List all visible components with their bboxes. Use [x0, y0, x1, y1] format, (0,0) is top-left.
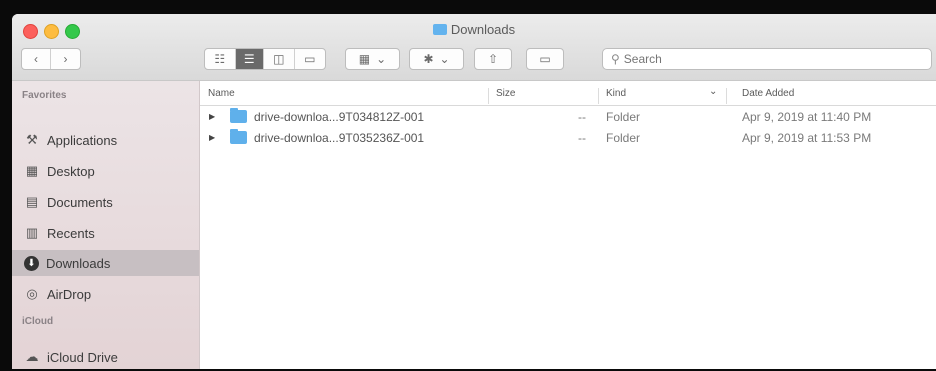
- share-button[interactable]: ⇧: [474, 48, 512, 70]
- sidebar-item-label: Recents: [47, 225, 95, 241]
- file-date-added: Apr 9, 2019 at 11:40 PM: [742, 110, 872, 124]
- sidebar-item-applications[interactable]: ⚒ Applications: [12, 128, 199, 152]
- file-date-added: Apr 9, 2019 at 11:53 PM: [742, 131, 872, 145]
- file-list: Name Size Kind ⌄ Date Added ▶ drive-down…: [200, 81, 936, 369]
- sidebar-item-icloud-drive[interactable]: ☁ iCloud Drive: [12, 345, 199, 369]
- column-divider[interactable]: [598, 88, 599, 104]
- gallery-view-button[interactable]: ▭: [295, 49, 325, 69]
- file-name: drive-downloa...9T035236Z-001: [254, 131, 425, 145]
- sidebar-item-desktop[interactable]: ▦ Desktop: [12, 159, 199, 183]
- sidebar-item-label: Downloads: [46, 255, 111, 271]
- nav-buttons: ‹ ›: [21, 48, 81, 70]
- folder-icon: [432, 24, 447, 35]
- sidebar-item-recents[interactable]: ▥ Recents: [12, 221, 199, 245]
- sidebar-item-label: AirDrop: [47, 286, 92, 302]
- back-button[interactable]: ‹: [22, 49, 52, 69]
- sort-chevron-icon: ⌄: [709, 86, 718, 97]
- icon-view-button[interactable]: ☷: [205, 49, 236, 69]
- sidebar-item-documents[interactable]: ▤ Documents: [12, 190, 199, 214]
- disclosure-triangle-icon[interactable]: ▶: [209, 112, 215, 121]
- finder-window: Downloads ‹ › ☷ ☰ ◫ ▭ ▦ ⌄ ✱ ⌄ ⇧ ▭ ⚲ Sear…: [12, 14, 936, 369]
- column-header-row: Name Size Kind ⌄ Date Added: [200, 81, 936, 106]
- table-row[interactable]: ▶ drive-downloa...9T035236Z-001 -- Folde…: [200, 127, 936, 148]
- title-bar: Downloads ‹ › ☷ ☰ ◫ ▭ ▦ ⌄ ✱ ⌄ ⇧ ▭ ⚲: [12, 14, 936, 81]
- file-kind: Folder: [606, 131, 641, 145]
- action-button[interactable]: ✱ ⌄: [409, 48, 464, 70]
- chevron-down-icon: ⌄: [376, 52, 387, 66]
- cloud-icon: ☁: [25, 349, 39, 364]
- sidebar-item-label: Desktop: [47, 163, 95, 179]
- folder-icon: [230, 129, 247, 144]
- group-by-button[interactable]: ▦ ⌄: [345, 48, 400, 70]
- applications-icon: ⚒: [26, 132, 38, 147]
- recents-icon: ▥: [25, 225, 39, 240]
- window-title-text: Downloads: [450, 22, 516, 37]
- column-divider[interactable]: [726, 88, 727, 104]
- forward-button[interactable]: ›: [51, 49, 80, 69]
- airdrop-icon: ◎: [26, 286, 38, 301]
- sidebar-item-downloads[interactable]: ⬇ Downloads: [12, 250, 199, 276]
- window-title: Downloads: [12, 22, 936, 37]
- sidebar-item-airdrop[interactable]: ◎ AirDrop: [12, 282, 199, 306]
- column-header-kind[interactable]: Kind: [606, 88, 626, 99]
- search-field[interactable]: ⚲: [602, 48, 932, 70]
- downloads-icon: ⬇: [24, 255, 39, 271]
- column-view-button[interactable]: ◫: [264, 49, 295, 69]
- column-divider[interactable]: [488, 88, 489, 104]
- sidebar-item-label: iCloud Drive: [47, 349, 118, 365]
- sidebar: Favorites ⚒ Applications ▦ Desktop ▤ Doc…: [12, 81, 200, 369]
- column-header-name[interactable]: Name: [208, 88, 235, 99]
- file-name: drive-downloa...9T034812Z-001: [254, 110, 425, 124]
- sidebar-item-label: Documents: [47, 194, 113, 210]
- desktop-icon: ▦: [25, 163, 39, 178]
- file-size: --: [578, 110, 586, 124]
- sidebar-item-label: Applications: [47, 132, 118, 148]
- folder-icon: [230, 108, 247, 123]
- column-header-date-added[interactable]: Date Added: [742, 88, 794, 99]
- share-icon: ⇧: [487, 52, 499, 66]
- file-size: --: [578, 131, 586, 145]
- favorites-header: Favorites: [22, 90, 67, 101]
- vertical-scrollbar[interactable]: [926, 105, 936, 369]
- chevron-down-icon: ⌄: [439, 52, 450, 66]
- column-header-size[interactable]: Size: [496, 88, 515, 99]
- group-icon: ▦: [358, 52, 371, 66]
- icloud-header: iCloud: [22, 316, 54, 327]
- file-kind: Folder: [606, 110, 641, 124]
- tags-button[interactable]: ▭: [526, 48, 564, 70]
- list-view-button[interactable]: ☰: [235, 49, 265, 69]
- gear-icon: ✱: [423, 52, 434, 66]
- search-input[interactable]: [623, 52, 904, 66]
- tag-icon: ▭: [539, 52, 551, 66]
- search-icon: ⚲: [611, 52, 620, 66]
- table-row[interactable]: ▶ drive-downloa...9T034812Z-001 -- Folde…: [200, 106, 936, 127]
- documents-icon: ▤: [25, 194, 39, 209]
- disclosure-triangle-icon[interactable]: ▶: [209, 133, 215, 142]
- view-mode-control: ☷ ☰ ◫ ▭: [204, 48, 326, 70]
